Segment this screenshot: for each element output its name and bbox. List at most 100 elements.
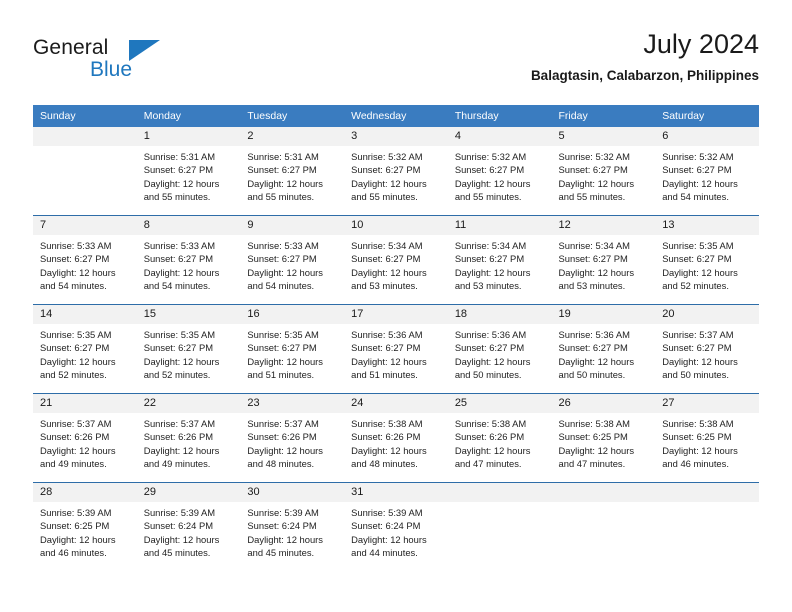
calendar-day-cell[interactable]: 31 Sunrise: 5:39 AM Sunset: 6:24 PM Dayligh… (344, 482, 448, 571)
calendar-day-cell[interactable]: 10 Sunrise: 5:34 AM Sunset: 6:27 PM Dayligh… (344, 215, 448, 305)
logo-text-general: General (33, 36, 109, 59)
calendar-week-row: 7 Sunrise: 5:33 AM Sunset: 6:27 PM Daylight… (33, 215, 759, 305)
day-cell-inner: 6 Sunrise: 5:32 AM Sunset: 6:27 PM Daylight… (655, 127, 759, 215)
calendar-day-cell[interactable]: 11 Sunrise: 5:34 AM Sunset: 6:27 PM Dayligh… (447, 215, 552, 305)
day-number: 9 (240, 216, 345, 235)
day-sun-info: Sunrise: 5:35 AM Sunset: 6:27 PM Daylight:… (137, 324, 241, 382)
daylight-text-line2: and 55 minutes. (454, 191, 522, 203)
calendar-day-cell[interactable]: 23 Sunrise: 5:37 AM Sunset: 6:26 PM Dayligh… (240, 393, 345, 483)
sunset-text: Sunset: 6:27 PM (143, 342, 214, 354)
day-sun-info: Sunrise: 5:33 AM Sunset: 6:27 PM Daylight:… (33, 235, 137, 293)
day-cell-inner: 28 Sunrise: 5:39 AM Sunset: 6:25 PM Dayligh… (33, 483, 137, 571)
day-cell-inner: 5 Sunrise: 5:32 AM Sunset: 6:27 PM Daylight… (551, 127, 656, 215)
day-number: 2 (240, 127, 345, 146)
calendar-day-cell[interactable]: 17 Sunrise: 5:36 AM Sunset: 6:27 PM Dayligh… (344, 304, 448, 394)
daylight-text-line1: Daylight: 12 hours (662, 266, 738, 278)
calendar-day-cell[interactable]: 24 Sunrise: 5:38 AM Sunset: 6:26 PM Dayligh… (344, 393, 448, 483)
sunrise-text: Sunrise: 5:33 AM (247, 240, 319, 251)
day-cell-inner (33, 127, 137, 215)
calendar-day-cell[interactable]: 1 Sunrise: 5:31 AM Sunset: 6:27 PM Daylight… (136, 127, 241, 216)
calendar-day-cell[interactable]: 22 Sunrise: 5:37 AM Sunset: 6:26 PM Dayligh… (136, 393, 241, 483)
daylight-text-line2: and 53 minutes. (351, 280, 418, 292)
calendar-day-cell[interactable]: 27 Sunrise: 5:38 AM Sunset: 6:25 PM Dayligh… (655, 393, 759, 483)
daylight-text-line1: Daylight: 12 hours (454, 266, 531, 278)
page-header: General Blue July 2024 Balagtasin, Calab… (33, 28, 759, 98)
daylight-text-line2: and 45 minutes. (143, 547, 211, 559)
day-number: 31 (344, 483, 448, 502)
calendar-day-cell[interactable]: 30 Sunrise: 5:39 AM Sunset: 6:24 PM Dayligh… (240, 482, 345, 571)
day-cell-inner: 9 Sunrise: 5:33 AM Sunset: 6:27 PM Daylight… (240, 216, 345, 304)
day-number: 26 (551, 394, 656, 413)
sunset-text: Sunset: 6:27 PM (454, 253, 525, 265)
daylight-text-line2: and 46 minutes. (662, 458, 729, 470)
day-cell-inner: 10 Sunrise: 5:34 AM Sunset: 6:27 PM Dayligh… (344, 216, 448, 304)
page-subtitle: Balagtasin, Calabarzon, Philippines (530, 68, 759, 83)
calendar-day-cell[interactable]: 15 Sunrise: 5:35 AM Sunset: 6:27 PM Dayligh… (136, 304, 241, 394)
daylight-text-line2: and 55 minutes. (143, 191, 211, 203)
day-number: 5 (551, 127, 656, 146)
sunset-text: Sunset: 6:27 PM (558, 342, 628, 354)
sunset-text: Sunset: 6:27 PM (351, 342, 421, 354)
calendar-day-cell[interactable]: 4 Sunrise: 5:32 AM Sunset: 6:27 PM Daylight… (447, 127, 552, 216)
calendar-day-cell[interactable]: 19 Sunrise: 5:36 AM Sunset: 6:27 PM Dayligh… (551, 304, 656, 394)
calendar-day-cell[interactable]: 18 Sunrise: 5:36 AM Sunset: 6:27 PM Dayligh… (447, 304, 552, 394)
daylight-text-line2: and 55 minutes. (351, 191, 418, 203)
day-cell-inner: 8 Sunrise: 5:33 AM Sunset: 6:27 PM Daylight… (136, 216, 241, 304)
calendar-day-cell[interactable]: 12 Sunrise: 5:34 AM Sunset: 6:27 PM Dayligh… (551, 215, 656, 305)
day-sun-info: Sunrise: 5:35 AM Sunset: 6:27 PM Daylight:… (655, 235, 759, 293)
sunrise-text: Sunrise: 5:32 AM (662, 151, 734, 162)
sunrise-text: Sunrise: 5:37 AM (143, 418, 216, 429)
sunset-text: Sunset: 6:24 PM (247, 520, 317, 532)
calendar-day-cell[interactable]: 3 Sunrise: 5:32 AM Sunset: 6:27 PM Daylight… (344, 127, 448, 216)
calendar-day-cell[interactable]: 13 Sunrise: 5:35 AM Sunset: 6:27 PM Dayligh… (655, 215, 759, 305)
daylight-text-line2: and 53 minutes. (558, 280, 626, 292)
daylight-text-line2: and 54 minutes. (143, 280, 211, 292)
sunset-text: Sunset: 6:26 PM (454, 431, 525, 443)
day-cell-inner: 14 Sunrise: 5:35 AM Sunset: 6:27 PM Dayligh… (33, 305, 137, 393)
calendar-day-cell[interactable]: 28 Sunrise: 5:39 AM Sunset: 6:25 PM Dayligh… (33, 482, 137, 571)
calendar-day-cell[interactable]: 8 Sunrise: 5:33 AM Sunset: 6:27 PM Daylight… (136, 215, 241, 305)
calendar-day-cell[interactable]: 16 Sunrise: 5:35 AM Sunset: 6:27 PM Dayligh… (240, 304, 345, 394)
calendar-day-cell[interactable]: 21 Sunrise: 5:37 AM Sunset: 6:26 PM Dayligh… (33, 393, 137, 483)
day-cell-inner: 2 Sunrise: 5:31 AM Sunset: 6:27 PM Daylight… (240, 127, 345, 215)
day-number: 20 (655, 305, 759, 324)
daylight-text-line2: and 44 minutes. (351, 547, 418, 559)
sunrise-text: Sunrise: 5:35 AM (40, 329, 112, 340)
calendar-page: General Blue July 2024 Balagtasin, Calab… (0, 0, 792, 612)
calendar-day-cell[interactable]: 2 Sunrise: 5:31 AM Sunset: 6:27 PM Daylight… (240, 127, 345, 216)
daylight-text-line2: and 54 minutes. (40, 280, 107, 292)
calendar-week-row: 28 Sunrise: 5:39 AM Sunset: 6:25 PM Dayligh… (33, 482, 759, 571)
day-sun-info: Sunrise: 5:37 AM Sunset: 6:26 PM Daylight:… (240, 413, 344, 471)
day-sun-info: Sunrise: 5:33 AM Sunset: 6:27 PM Daylight:… (137, 235, 241, 293)
day-sun-info: Sunrise: 5:32 AM Sunset: 6:27 PM Daylight:… (448, 146, 552, 204)
calendar-day-cell[interactable]: 6 Sunrise: 5:32 AM Sunset: 6:27 PM Daylight… (655, 127, 759, 216)
day-cell-inner: 25 Sunrise: 5:38 AM Sunset: 6:26 PM Dayligh… (447, 394, 552, 482)
day-cell-inner: 12 Sunrise: 5:34 AM Sunset: 6:27 PM Dayligh… (551, 216, 656, 304)
daylight-text-line2: and 49 minutes. (143, 458, 211, 470)
calendar-day-cell[interactable]: 5 Sunrise: 5:32 AM Sunset: 6:27 PM Daylight… (551, 127, 656, 216)
calendar-day-cell[interactable]: 14 Sunrise: 5:35 AM Sunset: 6:27 PM Dayligh… (33, 304, 137, 394)
general-blue-logo: General Blue (33, 36, 233, 90)
daylight-text-line1: Daylight: 12 hours (558, 177, 635, 189)
daylight-text-line2: and 53 minutes. (454, 280, 522, 292)
weekday-header-friday: Friday (551, 105, 656, 127)
daylight-text-line2: and 51 minutes. (247, 369, 315, 381)
day-sun-info: Sunrise: 5:35 AM Sunset: 6:27 PM Daylight:… (33, 324, 137, 382)
daylight-text-line2: and 54 minutes. (247, 280, 315, 292)
sunset-text: Sunset: 6:27 PM (662, 253, 732, 265)
daylight-text-line1: Daylight: 12 hours (662, 177, 738, 189)
calendar-day-cell[interactable]: 7 Sunrise: 5:33 AM Sunset: 6:27 PM Daylight… (33, 215, 137, 305)
sunset-text: Sunset: 6:24 PM (143, 520, 214, 532)
sunrise-text: Sunrise: 5:38 AM (454, 418, 527, 429)
calendar-day-cell[interactable]: 29 Sunrise: 5:39 AM Sunset: 6:24 PM Dayligh… (136, 482, 241, 571)
day-cell-inner: 16 Sunrise: 5:35 AM Sunset: 6:27 PM Dayligh… (240, 305, 345, 393)
day-sun-info: Sunrise: 5:34 AM Sunset: 6:27 PM Daylight:… (344, 235, 448, 293)
calendar-day-cell[interactable]: 25 Sunrise: 5:38 AM Sunset: 6:26 PM Dayligh… (447, 393, 552, 483)
calendar-day-cell[interactable]: 20 Sunrise: 5:37 AM Sunset: 6:27 PM Dayligh… (655, 304, 759, 394)
calendar-day-cell[interactable]: 26 Sunrise: 5:38 AM Sunset: 6:25 PM Dayligh… (551, 393, 656, 483)
day-sun-info: Sunrise: 5:32 AM Sunset: 6:27 PM Daylight:… (344, 146, 448, 204)
daylight-text-line2: and 47 minutes. (558, 458, 626, 470)
sunset-text: Sunset: 6:27 PM (143, 164, 214, 176)
day-number: 11 (447, 216, 552, 235)
calendar-day-cell[interactable]: 9 Sunrise: 5:33 AM Sunset: 6:27 PM Daylight… (240, 215, 345, 305)
